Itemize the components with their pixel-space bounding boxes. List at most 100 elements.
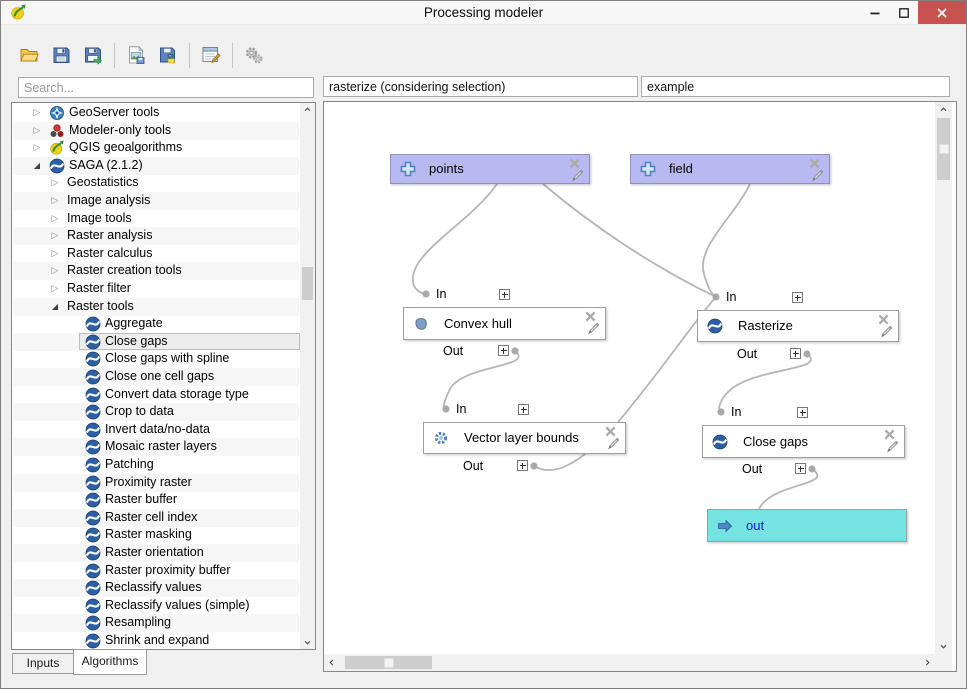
expander-collapsed-icon[interactable]: ▷ [49, 228, 61, 243]
tree-item-image-analysis[interactable]: ▷Image analysis [13, 192, 299, 210]
expander-collapsed-icon[interactable]: ▷ [31, 140, 43, 155]
expander-collapsed-icon[interactable]: ▷ [49, 211, 61, 226]
canvas-horizontal-scrollbar[interactable] [324, 654, 935, 671]
expand-io-icon[interactable] [517, 460, 528, 471]
export-as-image-button[interactable] [123, 42, 149, 68]
model-node-rasterize[interactable]: Rasterize [697, 310, 899, 342]
tree-item-crop-to-data[interactable]: Crop to data [13, 403, 299, 421]
tree-scrollbar-thumb[interactable] [302, 267, 313, 300]
expander-collapsed-icon[interactable]: ▷ [49, 246, 61, 261]
edit-node-icon[interactable] [587, 322, 600, 335]
edit-node-icon[interactable] [607, 437, 620, 450]
tree-item-close-gaps-with-spline[interactable]: Close gaps with spline [13, 350, 299, 368]
model-node-convex-hull[interactable]: Convex hull [403, 307, 606, 340]
tree-item-raster-cell-index[interactable]: Raster cell index [13, 509, 299, 527]
run-model-button[interactable] [241, 42, 267, 68]
edit-node-icon[interactable] [571, 169, 584, 182]
tree-item-raster-masking[interactable]: Raster masking [13, 526, 299, 544]
edit-node-icon[interactable] [811, 169, 824, 182]
tab-inputs[interactable]: Inputs [12, 653, 74, 674]
delete-node-icon[interactable] [809, 158, 820, 169]
model-node-points[interactable]: points [390, 154, 590, 184]
expander-collapsed-icon[interactable]: ▷ [49, 263, 61, 278]
tree-item-modeler-only-tools[interactable]: ▷Modeler-only tools [13, 122, 299, 140]
model-node-field[interactable]: field [630, 154, 830, 184]
tree-item-proximity-raster[interactable]: Proximity raster [13, 474, 299, 492]
saga-icon [85, 351, 101, 367]
canvas-vscroll-thumb[interactable] [937, 118, 950, 180]
tree-item-raster-creation-tools[interactable]: ▷Raster creation tools [13, 262, 299, 280]
tree-scrollbar[interactable] [300, 103, 315, 649]
tree-item-shrink-and-expand[interactable]: Shrink and expand [13, 632, 299, 650]
tree-item-raster-buffer[interactable]: Raster buffer [13, 491, 299, 509]
tree-item-saga-2-1-2[interactable]: ◢SAGA (2.1.2) [13, 157, 299, 175]
model-group-input[interactable] [641, 76, 950, 97]
expand-io-icon[interactable] [518, 404, 529, 415]
expander-collapsed-icon[interactable]: ▷ [49, 175, 61, 190]
expander-collapsed-icon[interactable]: ▷ [49, 193, 61, 208]
tree-item-reclassify-values-simple[interactable]: Reclassify values (simple) [13, 597, 299, 615]
chevron-up-icon[interactable] [939, 105, 948, 114]
tree-item-reclassify-values[interactable]: Reclassify values [13, 579, 299, 597]
tree-item-patching[interactable]: Patching [13, 456, 299, 474]
delete-node-icon[interactable] [569, 158, 580, 169]
expand-io-icon[interactable] [795, 463, 806, 474]
model-node-close-gaps[interactable]: Close gaps [702, 425, 905, 458]
chevron-up-icon[interactable] [303, 105, 312, 114]
chevron-down-icon[interactable] [303, 638, 312, 647]
tree-item-raster-orientation[interactable]: Raster orientation [13, 544, 299, 562]
expand-io-icon[interactable] [498, 345, 509, 356]
save-as-python-script-button[interactable] [155, 42, 181, 68]
chevron-left-icon[interactable] [327, 658, 336, 667]
search-input[interactable] [18, 77, 314, 98]
canvas-vertical-scrollbar[interactable] [935, 102, 952, 654]
expander-expanded-icon[interactable]: ◢ [49, 299, 61, 314]
tree-item-raster-proximity-buffer[interactable]: Raster proximity buffer [13, 562, 299, 580]
model-node-out[interactable]: out [707, 509, 907, 542]
expand-io-icon[interactable] [499, 289, 510, 300]
model-canvas[interactable]: pointsfieldInConvex hullOutInRasterizeOu… [323, 101, 957, 672]
tree-item-close-gaps[interactable]: Close gaps [13, 333, 299, 351]
save-model-button[interactable] [48, 42, 74, 68]
tab-algorithms[interactable]: Algorithms [73, 649, 147, 675]
toolbar-separator [114, 43, 115, 68]
delete-node-icon[interactable] [884, 429, 895, 440]
save-model-as-button[interactable] [80, 42, 106, 68]
expand-io-icon[interactable] [792, 292, 803, 303]
minimize-button[interactable] [860, 1, 889, 24]
chevron-right-icon[interactable] [923, 658, 932, 667]
tree-item-mosaic-raster-layers[interactable]: Mosaic raster layers [13, 438, 299, 456]
expander-expanded-icon[interactable]: ◢ [31, 158, 43, 173]
delete-node-icon[interactable] [585, 311, 596, 322]
expander-collapsed-icon[interactable]: ▷ [31, 123, 43, 138]
edit-node-icon[interactable] [886, 440, 899, 453]
edit-node-icon[interactable] [880, 325, 893, 338]
model-name-input[interactable] [323, 76, 638, 97]
expander-collapsed-icon[interactable]: ▷ [31, 105, 43, 120]
tree-item-geostatistics[interactable]: ▷Geostatistics [13, 174, 299, 192]
delete-node-icon[interactable] [605, 426, 616, 437]
expander-collapsed-icon[interactable]: ▷ [49, 281, 61, 296]
chevron-down-icon[interactable] [939, 642, 948, 651]
tree-item-raster-tools[interactable]: ◢Raster tools [13, 298, 299, 316]
maximize-button[interactable] [889, 1, 918, 24]
tree-item-invert-data-no-data[interactable]: Invert data/no-data [13, 421, 299, 439]
expand-io-icon[interactable] [790, 348, 801, 359]
delete-node-icon[interactable] [878, 314, 889, 325]
close-button[interactable] [918, 1, 966, 24]
tree-item-close-one-cell-gaps[interactable]: Close one cell gaps [13, 368, 299, 386]
open-model-button[interactable] [16, 42, 42, 68]
tree-item-aggregate[interactable]: Aggregate [13, 315, 299, 333]
tree-item-qgis-geoalgorithms[interactable]: ▷QGIS geoalgorithms [13, 139, 299, 157]
tree-item-image-tools[interactable]: ▷Image tools [13, 210, 299, 228]
tree-item-raster-filter[interactable]: ▷Raster filter [13, 280, 299, 298]
tree-item-resampling[interactable]: Resampling [13, 614, 299, 632]
canvas-hscroll-thumb[interactable] [345, 656, 432, 669]
tree-item-convert-data-storage-type[interactable]: Convert data storage type [13, 386, 299, 404]
expand-io-icon[interactable] [797, 407, 808, 418]
model-node-vector-layer-bounds[interactable]: Vector layer bounds [423, 422, 626, 454]
tree-item-geoserver-tools[interactable]: ▷GeoServer tools [13, 104, 299, 122]
edit-model-help-button[interactable] [198, 42, 224, 68]
tree-item-raster-calculus[interactable]: ▷Raster calculus [13, 245, 299, 263]
tree-item-raster-analysis[interactable]: ▷Raster analysis [13, 227, 299, 245]
